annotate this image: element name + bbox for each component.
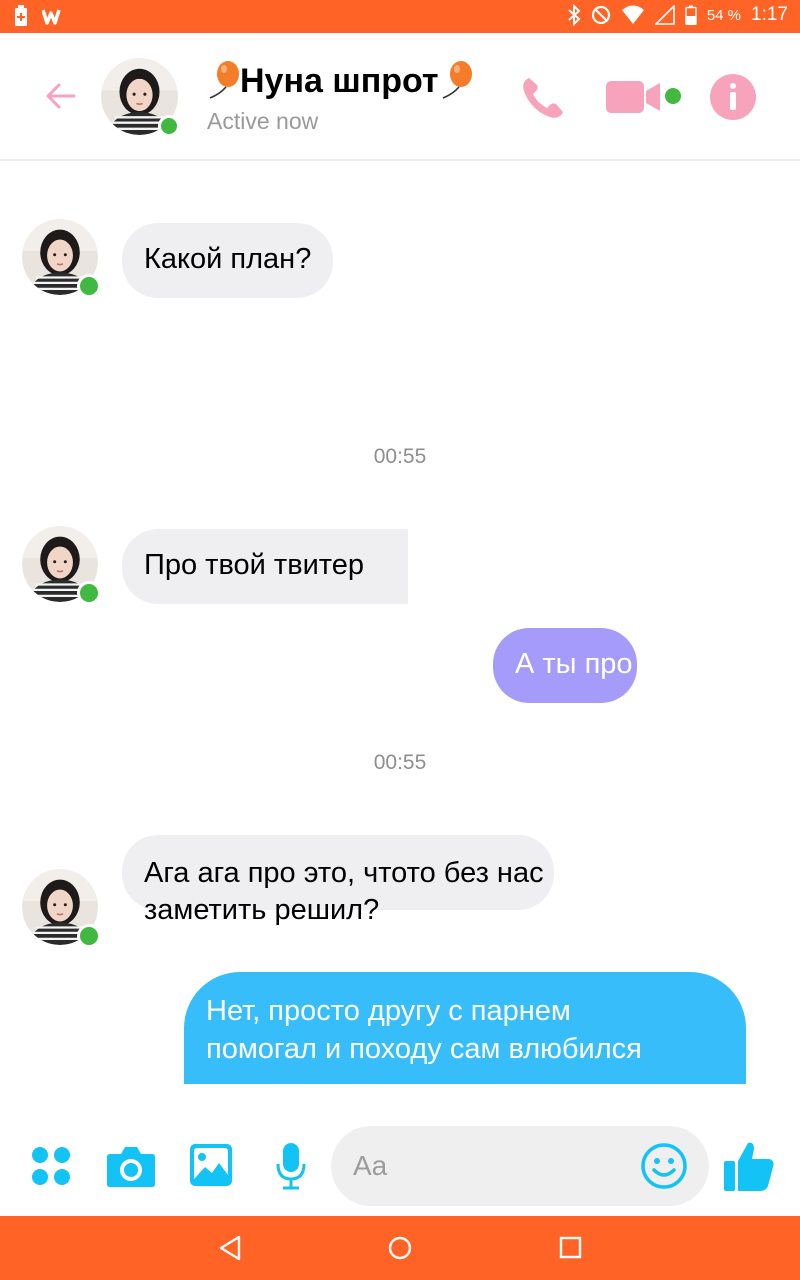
battery-icon [685, 5, 697, 25]
online-indicator [77, 274, 101, 298]
thumbs-up-icon[interactable] [722, 1139, 776, 1193]
w-app-icon [42, 9, 61, 25]
chat-title[interactable]: Нуна шпрот [206, 59, 473, 103]
chat-header: Нуна шпрот Active now [0, 33, 800, 161]
sender-avatar[interactable] [22, 869, 101, 948]
battery-percent: 54 % [706, 6, 742, 24]
contact-name: Нуна шпрот [240, 61, 439, 100]
back-triangle-icon[interactable] [217, 1234, 245, 1262]
online-indicator [77, 581, 101, 605]
apps-grid-icon[interactable] [30, 1145, 72, 1187]
video-status-dot [665, 88, 681, 104]
outgoing-message[interactable]: А ты про [493, 628, 637, 703]
message-line: помогал и походу сам влюбился [206, 1033, 642, 1065]
online-indicator [77, 924, 101, 948]
composer-bar [0, 1120, 800, 1216]
phone-icon[interactable] [518, 73, 568, 123]
emoji-icon[interactable] [640, 1142, 688, 1190]
back-arrow-icon[interactable] [44, 79, 78, 113]
online-indicator [158, 115, 180, 137]
bluetooth-icon [568, 4, 581, 26]
sender-avatar[interactable] [22, 219, 101, 298]
incoming-message[interactable]: Про твой твитер [122, 529, 408, 604]
home-circle-icon[interactable] [386, 1234, 414, 1262]
clock: 1:17 [751, 4, 788, 25]
message-line: Нет, просто другу с парнем [206, 995, 571, 1027]
incoming-message[interactable]: Ага ага про это, чтото без нас заметить … [144, 855, 544, 929]
message-timestamp: 00:55 [373, 751, 427, 774]
system-nav-bar [0, 1216, 800, 1280]
microphone-icon[interactable] [275, 1142, 307, 1190]
contact-avatar[interactable] [101, 58, 180, 137]
camera-icon[interactable] [106, 1144, 156, 1188]
message-timestamp: 00:55 [373, 445, 427, 468]
message-line: Ага ага про это, чтото без нас [144, 857, 544, 889]
video-camera-icon[interactable] [604, 77, 664, 117]
recents-square-icon[interactable] [557, 1234, 585, 1262]
do-not-disturb-icon [591, 5, 610, 25]
sender-avatar[interactable] [22, 526, 101, 605]
battery-plus-icon [15, 5, 27, 26]
status-bar: 54 % 1:17 [0, 0, 800, 33]
wifi-icon [621, 5, 644, 24]
balloon-icon [442, 61, 472, 99]
incoming-message[interactable]: Какой план? [122, 223, 334, 298]
info-icon[interactable] [709, 73, 757, 121]
signal-icon [654, 5, 675, 25]
active-status: Active now [207, 108, 319, 134]
balloon-icon [209, 61, 239, 99]
gallery-icon[interactable] [189, 1143, 233, 1187]
message-line: заметить решил? [144, 894, 380, 926]
outgoing-message[interactable]: Нет, просто другу с парнем помогал и пох… [184, 972, 746, 1084]
